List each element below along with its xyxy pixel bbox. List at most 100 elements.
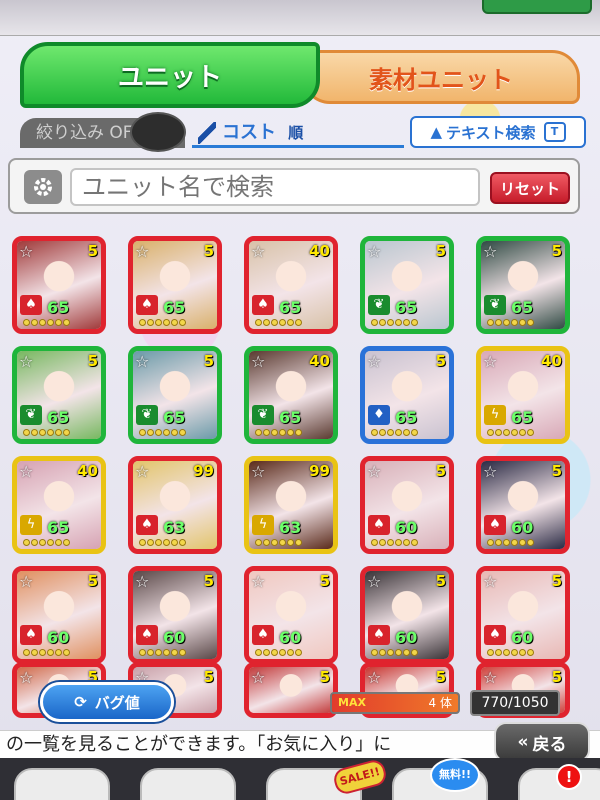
pip-icon [63,539,70,546]
pip-icon [395,429,402,436]
favorite-star-icon[interactable]: ☆ [483,463,501,481]
pip-icon [31,319,38,326]
skill-pips [139,319,211,327]
favorite-star-icon[interactable]: ☆ [483,243,501,261]
unit-card[interactable]: ☆ 99 ϟ 63 [244,456,338,554]
pip-icon [147,319,154,326]
favorite-star-icon[interactable]: ☆ [19,353,37,371]
favorite-star-icon[interactable]: ☆ [251,353,269,371]
unit-level: 65 [511,408,534,427]
skill-pips [487,429,559,437]
pip-icon [511,429,518,436]
unit-level: 60 [395,628,418,647]
pip-icon [411,429,418,436]
unit-card[interactable]: ☆ 5 ♠ 65 [12,236,106,334]
unit-count-bar: MAX 4 体 [330,692,460,714]
unit-card[interactable]: ☆ 5 ♠ 60 [360,566,454,664]
unit-rarity: 5 [87,572,98,590]
unit-rarity: 99 [193,462,214,480]
pip-icon [403,539,410,546]
pip-icon [63,319,70,326]
pip-icon [527,429,534,436]
flame-icon: ♠ [368,625,390,645]
footer-button-2[interactable] [140,768,236,800]
favorite-star-icon[interactable]: ☆ [251,573,269,591]
pip-icon [279,429,286,436]
unit-level: 65 [47,298,70,317]
favorite-star-icon[interactable]: ☆ [135,353,153,371]
unit-level: 63 [279,518,302,537]
tab-material-unit[interactable]: 素材ユニット [302,50,580,104]
pip-icon [519,319,526,326]
favorite-star-icon[interactable]: ☆ [251,463,269,481]
unit-card[interactable]: ☆ 5 ♠ 60 [476,566,570,664]
favorite-star-icon[interactable]: ☆ [135,243,153,261]
favorite-star-icon[interactable]: ☆ [483,353,501,371]
unit-card[interactable]: ☆ 40 ϟ 65 [476,346,570,444]
favorite-star-icon[interactable]: ☆ [251,243,269,261]
unit-level: 60 [511,518,534,537]
unit-card[interactable]: ☆ 5 ❦ 65 [476,236,570,334]
favorite-star-icon[interactable]: ☆ [367,353,385,371]
pip-icon [47,429,54,436]
unit-card[interactable]: ☆ 5 ❦ 65 [128,346,222,444]
bolt-icon: ϟ [252,515,274,535]
gear-button[interactable] [24,170,62,204]
pip-icon [279,649,286,656]
favorite-star-icon[interactable]: ☆ [367,573,385,591]
favorite-star-icon[interactable]: ☆ [367,243,385,261]
unit-card[interactable]: ☆ 5 ❦ 65 [360,236,454,334]
unit-card[interactable]: ☆ 5 ♠ 60 [244,566,338,664]
pip-icon [255,429,262,436]
favorite-star-icon[interactable]: ☆ [19,463,37,481]
unit-card[interactable]: ☆ 40 ϟ 65 [12,456,106,554]
footer-nav [0,758,600,800]
favorite-star-icon[interactable]: ☆ [483,573,501,591]
unit-count: 4 体 [428,696,452,710]
pip-icon [295,429,302,436]
pip-icon [139,649,146,656]
pip-icon [147,539,154,546]
skill-pips [23,319,95,327]
unit-level: 65 [163,298,186,317]
back-button[interactable]: « 戻る [494,722,590,762]
favorite-star-icon[interactable]: ☆ [367,463,385,481]
unit-card[interactable]: ☆ 99 ♠ 63 [128,456,222,554]
text-search-button[interactable]: ▲ テキスト検索 T [410,116,586,148]
unit-card[interactable]: ☆ 5 ♠ 65 [128,236,222,334]
unit-card[interactable]: ☆ 5 ♦ 65 [360,346,454,444]
pip-icon [55,649,62,656]
unit-card[interactable]: ☆ 5 ♠ 60 [476,456,570,554]
unit-card[interactable]: ☆ 5 ♠ 60 [128,566,222,664]
unit-card[interactable]: ☆ 40 ❦ 65 [244,346,338,444]
pip-icon [511,649,518,656]
pip-icon [163,319,170,326]
pip-icon [155,319,162,326]
pip-icon [379,429,386,436]
unit-card[interactable]: ☆ 40 ♠ 65 [244,236,338,334]
triangle-up-icon: ▲ [430,123,442,141]
bug-value-button[interactable]: ⟳ バグ値 [40,682,174,722]
favorite-star-icon[interactable]: ☆ [19,573,37,591]
pip-icon [527,539,534,546]
pip-icon [503,429,510,436]
tab-unit[interactable]: ユニット [20,42,320,108]
unit-card[interactable]: ☆ 5 ❦ 65 [12,346,106,444]
reset-button[interactable]: リセット [490,172,570,204]
pip-icon [503,539,510,546]
sort-tab[interactable]: コスト 順 [192,118,404,148]
unit-card[interactable]: ☆ 5 ♠ 60 [360,456,454,554]
pip-icon [371,319,378,326]
pip-icon [147,429,154,436]
unit-card[interactable]: ☆ 5 ♠ 60 [12,566,106,664]
pip-icon [163,429,170,436]
favorite-star-icon[interactable]: ☆ [135,463,153,481]
footer-button-1[interactable] [14,768,110,800]
pip-icon [55,319,62,326]
pip-icon [155,539,162,546]
unit-rarity: 5 [551,462,562,480]
favorite-star-icon[interactable]: ☆ [135,573,153,591]
pip-icon [503,649,510,656]
favorite-star-icon[interactable]: ☆ [19,243,37,261]
unit-name-search-input[interactable] [70,168,480,206]
